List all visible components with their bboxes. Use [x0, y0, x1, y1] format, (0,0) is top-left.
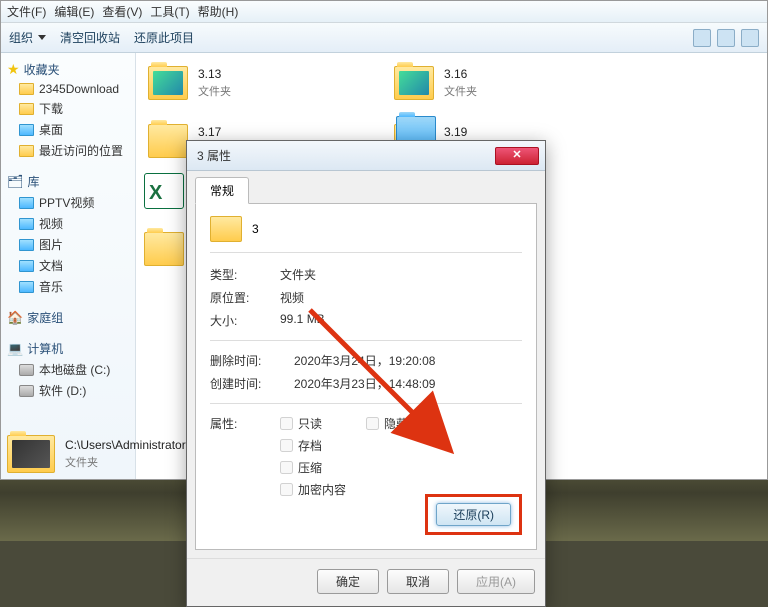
chevron-down-icon: [38, 35, 46, 40]
dialog-titlebar[interactable]: 3 属性 ✕: [187, 141, 545, 171]
excel-icon: [144, 173, 184, 209]
sidebar-item-downloads[interactable]: 下载: [5, 98, 131, 119]
cancel-button[interactable]: 取消: [387, 569, 449, 594]
folder-name: 3: [252, 222, 259, 236]
sidebar-item-drive-d[interactable]: 软件 (D:): [5, 380, 131, 401]
folder-icon: [210, 216, 242, 242]
view-options-icon[interactable]: [693, 29, 711, 47]
properties-dialog: 3 属性 ✕ 常规 3 类型:文件夹 原位置:视频 大小:99.1 MB 删除时…: [186, 140, 546, 607]
folder-icon: [7, 435, 55, 473]
help-icon[interactable]: [741, 29, 759, 47]
menu-file[interactable]: 文件(F): [7, 3, 46, 20]
prop-created-time: 2020年3月23日，14:48:09: [294, 375, 435, 392]
sidebar-head-homegroup[interactable]: 家庭组: [5, 307, 131, 328]
prop-original-location: 视频: [280, 289, 304, 306]
toolbar: 组织 清空回收站 还原此项目: [1, 23, 767, 53]
sidebar-item-desktop[interactable]: 桌面: [5, 119, 131, 140]
tab-general[interactable]: 常规: [195, 177, 249, 204]
sidebar-item-docs[interactable]: 文档: [5, 255, 131, 276]
prop-type: 文件夹: [280, 266, 316, 283]
checkbox-compress[interactable]: 压缩: [280, 459, 346, 476]
close-button[interactable]: ✕: [495, 147, 539, 165]
menu-tools[interactable]: 工具(T): [150, 3, 189, 20]
file-item[interactable]: 3.13文件夹: [148, 61, 358, 105]
prop-size: 99.1 MB: [280, 312, 325, 329]
dialog-title: 3 属性: [193, 147, 495, 164]
menu-help[interactable]: 帮助(H): [198, 3, 239, 20]
sidebar-item-video[interactable]: 视频: [5, 213, 131, 234]
checkbox-readonly[interactable]: 只读: [280, 415, 346, 432]
menu-edit[interactable]: 编辑(E): [54, 3, 94, 20]
restore-highlight-box: 还原(R): [425, 494, 522, 535]
menu-view[interactable]: 查看(V): [102, 3, 142, 20]
tab-strip: 常规: [195, 177, 537, 204]
ok-button[interactable]: 确定: [317, 569, 379, 594]
sidebar-item-music[interactable]: 音乐: [5, 276, 131, 297]
restore-button[interactable]: 还原(R): [436, 503, 511, 526]
menubar: 文件(F) 编辑(E) 查看(V) 工具(T) 帮助(H): [1, 1, 767, 23]
sidebar-head-computer[interactable]: 计算机: [5, 338, 131, 359]
preview-type: 文件夹: [65, 454, 186, 470]
checkbox-hidden[interactable]: 隐藏: [366, 415, 408, 432]
apply-button[interactable]: 应用(A): [457, 569, 535, 594]
preview-pane-icon[interactable]: [717, 29, 735, 47]
sidebar-item-recent[interactable]: 最近访问的位置: [5, 140, 131, 161]
sidebar-item-pptv[interactable]: PPTV视频: [5, 192, 131, 213]
sidebar: 收藏夹 2345Download 下载 桌面 最近访问的位置 库 PPTV视频 …: [1, 53, 136, 479]
sidebar-head-libraries[interactable]: 库: [5, 171, 131, 192]
sidebar-item-2345[interactable]: 2345Download: [5, 80, 131, 98]
toolbar-organize[interactable]: 组织: [9, 29, 46, 46]
sidebar-item-drive-c[interactable]: 本地磁盘 (C:): [5, 359, 131, 380]
dialog-footer: 确定 取消 应用(A): [187, 558, 545, 606]
toolbar-restore-item[interactable]: 还原此项目: [134, 29, 194, 46]
sidebar-item-pictures[interactable]: 图片: [5, 234, 131, 255]
checkbox-encrypt[interactable]: 加密内容: [280, 481, 346, 498]
file-item[interactable]: 3.16文件夹: [394, 61, 604, 105]
toolbar-empty-recycle[interactable]: 清空回收站: [60, 29, 120, 46]
details-pane: C:\Users\Administrator 文件夹: [3, 431, 190, 477]
sidebar-head-favorites[interactable]: 收藏夹: [5, 59, 131, 80]
preview-path: C:\Users\Administrator: [65, 438, 186, 452]
prop-deleted-time: 2020年3月24日，19:20:08: [294, 352, 435, 369]
checkbox-archive[interactable]: 存档: [280, 437, 346, 454]
